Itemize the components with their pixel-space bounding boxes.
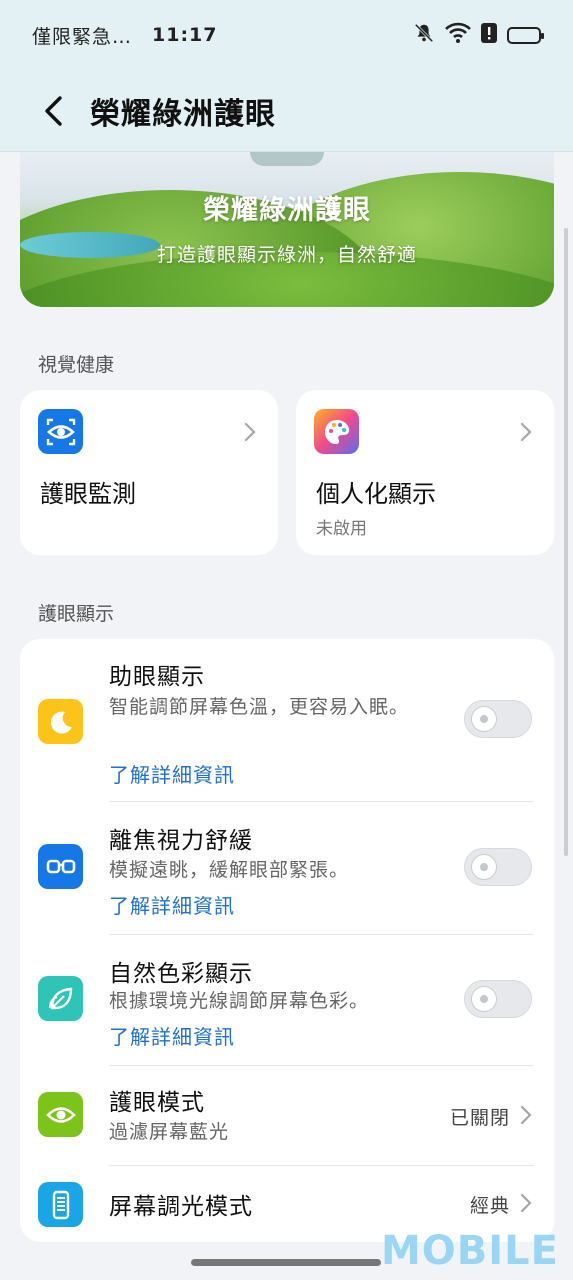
back-button[interactable] <box>42 91 72 131</box>
chevron-right-icon <box>520 1193 532 1217</box>
natural-color-toggle[interactable] <box>464 980 532 1018</box>
section-label-eye-display: 護眼顯示 <box>38 603 115 625</box>
banner-subtitle: 打造護眼顯示綠洲，自然舒適 <box>156 244 417 266</box>
list-item-natural-color: 自然色彩顯示 根據環境光線調節屏幕色彩。 了解詳細資訊 <box>20 935 554 1065</box>
row-title: 屏幕調光模式 <box>109 1194 253 1220</box>
eye-display-list: 助眼顯示 智能調節屏幕色溫，更容易入眠。 了解詳細資訊 離焦視力舒緩 模擬遠眺，… <box>20 639 554 1242</box>
sleep-display-toggle[interactable] <box>464 700 532 738</box>
row-description: 過濾屏幕藍光 <box>109 1121 230 1143</box>
battery-icon <box>507 26 544 44</box>
card-title: 個人化顯示 <box>316 480 436 508</box>
scrollbar[interactable] <box>564 228 568 856</box>
row-title: 自然色彩顯示 <box>109 961 253 987</box>
alert-icon <box>481 22 497 49</box>
row-description: 智能調節屏幕色溫，更容易入眠。 <box>109 696 410 718</box>
row-value: 經典 <box>469 1195 510 1217</box>
learn-more-link[interactable]: 了解詳細資訊 <box>109 759 235 788</box>
bell-off-icon <box>413 22 435 49</box>
learn-more-link[interactable]: 了解詳細資訊 <box>109 1021 235 1050</box>
watermark-logo: MOBILE <box>381 1228 559 1274</box>
row-title: 離焦視力舒緩 <box>109 828 253 854</box>
row-title: 護眼模式 <box>109 1090 205 1116</box>
defocus-relief-toggle[interactable] <box>464 848 532 886</box>
dimming-icon <box>38 1182 83 1227</box>
hero-banner: 榮耀綠洲護眼 打造護眼顯示綠洲，自然舒適 <box>20 152 554 307</box>
row-title: 助眼顯示 <box>109 664 205 690</box>
learn-more-link[interactable]: 了解詳細資訊 <box>109 890 235 919</box>
list-item-sleep-display: 助眼顯示 智能調節屏幕色溫，更容易入眠。 了解詳細資訊 <box>20 639 554 799</box>
leaf-icon <box>38 976 83 1021</box>
eye-monitor-card[interactable]: 護眼監測 <box>20 390 278 555</box>
glasses-icon <box>38 844 83 889</box>
palette-icon <box>314 409 359 454</box>
row-description: 模擬遠眺，緩解眼部緊張。 <box>109 859 350 881</box>
section-label-visual-health: 視覺健康 <box>38 354 115 376</box>
home-indicator[interactable] <box>191 1259 381 1266</box>
chevron-left-icon <box>45 95 62 126</box>
clock: 11:17 <box>152 24 218 46</box>
eye-icon <box>38 1092 83 1137</box>
wifi-icon <box>445 22 471 49</box>
list-item-defocus-relief: 離焦視力舒緩 模擬遠眺，緩解眼部緊張。 了解詳細資訊 <box>20 802 554 933</box>
banner-title: 榮耀綠洲護眼 <box>203 195 371 226</box>
personalized-display-card[interactable]: 個人化顯示 未啟用 <box>296 390 554 555</box>
page-title: 榮耀綠洲護眼 <box>90 96 276 132</box>
status-bar: 僅限緊急… 11:17 <box>0 0 573 70</box>
chevron-right-icon <box>520 422 532 446</box>
list-item-eye-comfort-mode[interactable]: 護眼模式 過濾屏幕藍光 已關閉 <box>20 1066 554 1165</box>
chevron-right-icon <box>244 422 256 446</box>
moon-icon <box>38 699 83 744</box>
app-header: 榮耀綠洲護眼 <box>0 70 573 152</box>
chevron-right-icon <box>520 1105 532 1129</box>
row-description: 根據環境光線調節屏幕色彩。 <box>109 990 370 1012</box>
eye-monitor-icon <box>38 409 83 454</box>
card-status: 未啟用 <box>316 519 367 539</box>
carrier-label: 僅限緊急… <box>32 25 133 48</box>
card-title: 護眼監測 <box>40 480 136 508</box>
banner-handle <box>250 152 324 166</box>
row-value: 已關閉 <box>449 1107 510 1129</box>
